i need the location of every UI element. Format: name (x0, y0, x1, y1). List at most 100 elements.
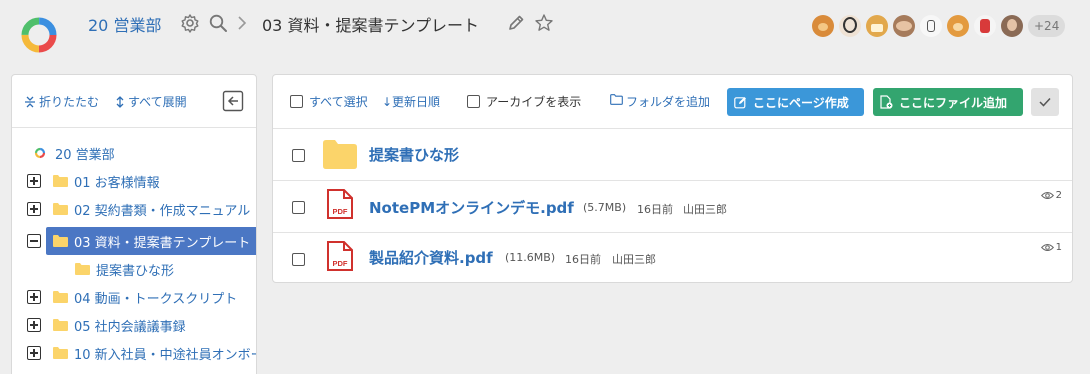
search-icon[interactable] (208, 13, 228, 33)
avatar[interactable] (893, 15, 915, 37)
team-logo-icon[interactable] (19, 15, 59, 55)
view-count-value: 2 (1055, 190, 1062, 201)
updated-time: 16日前 (637, 203, 673, 216)
select-all-checkbox[interactable] (290, 95, 303, 108)
svg-text:PDF: PDF (333, 259, 348, 268)
tree-item-subfolder[interactable]: 提案書ひな形 (12, 255, 256, 283)
tree-item-folder-active[interactable]: 03 資料・提案書テンプレート (46, 227, 256, 255)
updated-time: 16日前 (565, 253, 601, 266)
view-count-value: 1 (1055, 242, 1062, 253)
expand-toggle-icon[interactable] (27, 346, 41, 360)
confirm-check-button[interactable] (1031, 88, 1059, 116)
pdf-file-icon: PDF (327, 241, 353, 271)
tree-item-folder[interactable]: 04 動画・トークスクリプト (12, 283, 256, 311)
page-title: 03 資料・提案書テンプレート (262, 16, 479, 35)
tree-item-label: 10 新入社員・中途社員オンボーディング (74, 347, 256, 363)
list-item[interactable]: 提案書ひな形 (273, 129, 1072, 181)
tree-item-folder[interactable]: 05 社内会議議事録 (12, 311, 256, 339)
tree-item-label: 03 資料・提案書テンプレート (74, 235, 251, 251)
eye-icon (1040, 244, 1054, 251)
expand-all-button[interactable]: すべて展開 (115, 93, 187, 110)
avatar[interactable] (866, 15, 888, 37)
main-panel: すべて選択 ↓更新日順 アーカイブを表示 フォルダを追加 ここにページ作成 ここ… (272, 74, 1073, 283)
team-name-link[interactable]: 20 営業部 (88, 12, 161, 36)
tree-item-folder[interactable]: 02 契約書類・作成マニュアル (12, 195, 256, 223)
star-icon[interactable] (534, 13, 554, 33)
add-file-label: ここにファイル追加 (899, 95, 1008, 110)
item-name-link[interactable]: 製品紹介資料.pdf (369, 247, 493, 268)
tree-item-label: 20 営業部 (55, 147, 115, 163)
tree-item-folder[interactable]: 10 新入社員・中途社員オンボーディング (12, 339, 256, 367)
expand-icon (116, 95, 124, 108)
file-size: (11.6MB) (505, 251, 556, 264)
add-file-icon (880, 95, 893, 109)
folder-icon (323, 140, 357, 169)
tree-item-label: 04 動画・トークスクリプト (74, 291, 238, 307)
avatar[interactable] (1001, 15, 1023, 37)
avatar[interactable] (920, 15, 942, 37)
sidebar-toolbar: 折りたたむ すべて展開 (12, 75, 256, 128)
folder-icon (75, 263, 90, 275)
tree-item-label: 05 社内会議議事録 (74, 319, 186, 335)
tree-item-label: 提案書ひな形 (96, 263, 175, 279)
folder-icon (53, 347, 68, 359)
item-checkbox[interactable] (292, 149, 305, 162)
add-file-button[interactable]: ここにファイル追加 (873, 88, 1023, 116)
content-toolbar: すべて選択 ↓更新日順 アーカイブを表示 フォルダを追加 ここにページ作成 ここ… (273, 75, 1072, 129)
item-checkbox[interactable] (292, 201, 305, 214)
show-archive-checkbox[interactable] (467, 95, 480, 108)
expand-toggle-icon[interactable] (27, 290, 41, 304)
sort-link[interactable]: ↓更新日順 (382, 93, 440, 110)
eye-icon (1040, 192, 1054, 199)
expand-toggle-icon[interactable] (27, 202, 41, 216)
avatar[interactable] (947, 15, 969, 37)
select-all-link[interactable]: すべて選択 (309, 93, 368, 110)
expand-toggle-icon[interactable] (27, 174, 41, 188)
item-checkbox[interactable] (292, 253, 305, 266)
header: 20 営業部 03 資料・提案書テンプレート +24 (0, 0, 1090, 74)
avatar[interactable] (812, 15, 834, 37)
avatar[interactable] (974, 15, 996, 37)
list-item[interactable]: PDF NotePMオンラインデモ.pdf (5.7MB) 16日前 山田三郎 … (273, 181, 1072, 233)
folder-outline-icon (610, 94, 623, 105)
collapse-icon (25, 96, 35, 107)
view-count: 2 (1040, 190, 1062, 201)
member-avatars: +24 (812, 14, 1066, 38)
folder-icon (53, 319, 68, 331)
add-folder-link[interactable]: フォルダを追加 (626, 93, 710, 110)
collapse-all-button[interactable]: 折りたたむ (24, 93, 99, 110)
folder-icon (53, 235, 68, 247)
pencil-icon[interactable] (506, 13, 526, 33)
tree-item-team[interactable]: 20 営業部 (12, 139, 256, 167)
item-name-link[interactable]: NotePMオンラインデモ.pdf (369, 197, 574, 218)
collapse-all-label: 折りたたむ (39, 95, 100, 109)
author-link[interactable]: 山田三郎 (612, 251, 656, 267)
file-size: (5.7MB) (583, 201, 627, 214)
folder-icon (53, 175, 68, 187)
sidebar: 折りたたむ すべて展開 20 営業部 01 お客様情報 02 契約書類・作成マニ… (11, 74, 257, 374)
chevron-right-icon (238, 16, 247, 30)
tree-item-label: 01 お客様情報 (74, 175, 160, 191)
edit-page-icon (734, 96, 746, 108)
tree-item-folder[interactable]: 01 お客様情報 (12, 167, 256, 195)
pdf-file-icon: PDF (327, 189, 353, 219)
collapse-toggle-icon[interactable] (27, 234, 41, 248)
check-icon (1039, 97, 1051, 107)
avatar[interactable] (839, 15, 861, 37)
team-logo-icon (34, 147, 46, 159)
author-link[interactable]: 山田三郎 (683, 201, 727, 217)
expand-all-label: すべて展開 (128, 95, 187, 109)
item-name-link[interactable]: 提案書ひな形 (369, 144, 459, 165)
more-members-badge[interactable]: +24 (1028, 15, 1066, 37)
tree-item-label: 02 契約書類・作成マニュアル (74, 203, 251, 219)
list-item[interactable]: PDF 製品紹介資料.pdf (11.6MB) 16日前 山田三郎 1 (273, 233, 1072, 285)
create-page-label: ここにページ作成 (753, 95, 849, 110)
folder-icon (53, 203, 68, 215)
expand-toggle-icon[interactable] (27, 318, 41, 332)
gear-icon[interactable] (180, 13, 200, 33)
show-archive-label: アーカイブを表示 (486, 95, 582, 109)
view-count: 1 (1040, 242, 1062, 253)
create-page-button[interactable]: ここにページ作成 (727, 88, 864, 116)
collapse-sidebar-icon[interactable] (222, 90, 244, 112)
folder-icon (53, 291, 68, 303)
